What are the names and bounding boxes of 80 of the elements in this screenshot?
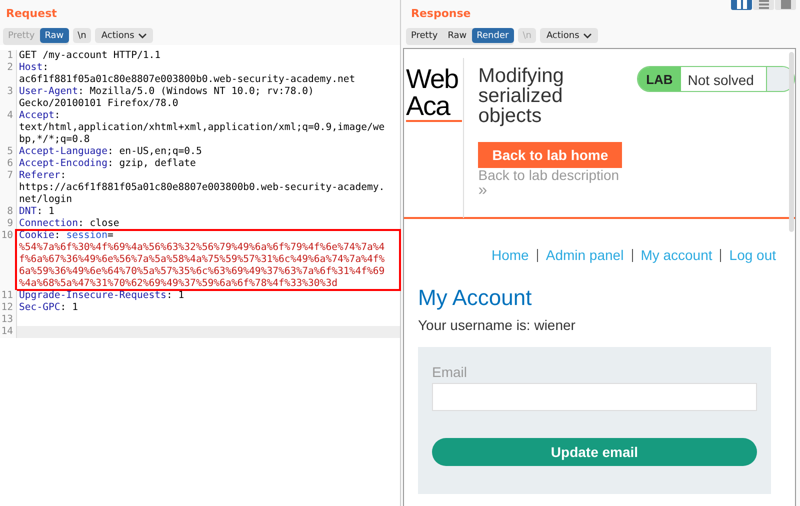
layout-button[interactable] — [753, 0, 774, 10]
nav-link[interactable]: My account — [640, 247, 712, 263]
line-number: 6 — [0, 158, 17, 170]
code-token: : Mozilla/5.0 (Windows NT 10.0; rv:78.0) — [78, 86, 314, 97]
code-token: Referer — [19, 170, 60, 181]
code-token: Gecko/20100101 Firefox/78.0 — [19, 98, 178, 109]
scrollbar[interactable] — [789, 52, 794, 232]
back-to-description-link[interactable]: Back to lab description — [478, 168, 642, 183]
line-number: 3 — [0, 86, 17, 110]
code-token: : — [60, 170, 66, 181]
code-token: ac6f1f881f05a01c80e8807e003800b0.web-security-academy.net — [19, 74, 356, 85]
line-number: 9 — [0, 218, 17, 230]
code-token: Connection — [19, 218, 78, 229]
back-to-lab-home-button[interactable]: Back to lab home — [478, 142, 622, 168]
caret-icon — [583, 32, 592, 38]
code-token: GET /my-account HTTP/1.1 — [19, 50, 161, 61]
code-token: : gzip, deflate — [107, 158, 196, 169]
logo: Web Aca — [404, 58, 464, 218]
pane-title: Request — [5, 6, 58, 22]
code-token: https://ac6f1f881f05a01c80e8807e003800b0.web-security-academy. — [19, 182, 385, 193]
line-number: 11 — [0, 290, 17, 302]
view-tab[interactable]: Pretty — [406, 28, 443, 43]
line-number: 13 — [0, 314, 17, 326]
code-token: net/login — [19, 194, 72, 205]
line-number: 7 — [0, 170, 17, 206]
line-number: 2 — [0, 62, 17, 86]
email-label: Email — [432, 364, 468, 380]
code-token: 6a%59%36%49%6e%64%70%5a%57%35%6c%63%69%49%37%63%7a%6f%31%4f%69 — [19, 266, 385, 277]
code-token: Cookie — [19, 230, 54, 241]
update-email-button[interactable]: Update email — [432, 438, 757, 466]
code-token: %4a%68%5a%47%31%70%62%69%49%37%59%6a%6f%78%4f%33%30%3d — [19, 278, 338, 289]
view-tab[interactable]: Render — [472, 28, 514, 43]
code-token: f%6a%67%36%49%6e%56%7a%5a%58%4a%75%59%57%31%6c%49%6a%74%7a%4f% — [19, 254, 385, 265]
code-token: Sec-GPC — [19, 302, 60, 313]
caret-icon — [138, 32, 148, 38]
line-number: 4 — [0, 110, 17, 146]
line-number: 1 — [0, 50, 17, 62]
code-token: Upgrade-Insecure-Requests — [19, 290, 166, 301]
line-number: 14 — [0, 326, 17, 338]
view-tab[interactable]: Raw — [40, 28, 69, 43]
pane-title: Response — [410, 6, 471, 22]
line-number: 12 — [0, 302, 17, 314]
code-token: DNT — [19, 206, 37, 217]
code-token: bp,*/*;q=0.8 — [19, 134, 90, 145]
lab-title: Modifying serialized objects — [478, 66, 565, 126]
code-token: %54%7a%6f%30%4f%69%4a%56%63%32%56%79%49%6a%6f%79%4f%6e%74%7a%4 — [19, 242, 385, 253]
username-text: Your username is: wiener — [418, 317, 576, 333]
view-tab[interactable]: Pretty — [3, 28, 40, 43]
page-heading: My Account — [418, 285, 533, 311]
code-token: : — [42, 62, 48, 73]
lab-label: LAB — [638, 67, 681, 91]
actions-dropdown[interactable]: Actions — [95, 28, 154, 43]
line-number: 8 — [0, 206, 17, 218]
code-token: : close — [78, 218, 120, 229]
email-field[interactable] — [432, 383, 757, 411]
line-number: 5 — [0, 146, 17, 158]
code-token: : 1 — [60, 302, 78, 313]
nav-link[interactable]: Admin panel — [546, 247, 624, 263]
code-token: text/html,application/xhtml+xml,application/xml;q=0.9,image/we — [19, 122, 385, 133]
view-tab[interactable]: Raw — [442, 28, 472, 43]
code-token: session — [66, 230, 108, 241]
code-token: = — [107, 230, 114, 241]
code-token: Accept — [19, 110, 54, 121]
code-token: Accept-Language — [19, 146, 108, 157]
code-token: Host — [19, 62, 43, 73]
nav-link[interactable]: Log out — [729, 247, 776, 263]
layout-button[interactable] — [775, 0, 796, 10]
code-token: Accept-Encoding — [19, 158, 108, 169]
code-token: : 1 — [36, 206, 54, 217]
layout-button[interactable] — [731, 0, 752, 10]
newline-toggle[interactable]: \n — [72, 28, 92, 43]
line-number: 10 — [0, 230, 17, 290]
chevron-icon: » — [478, 183, 642, 199]
code-token: : — [54, 230, 62, 241]
code-token: : en-US,en;q=0.5 — [107, 146, 202, 157]
code-token: : — [54, 110, 60, 121]
code-token: : 1 — [166, 290, 184, 301]
actions-dropdown[interactable]: Actions — [540, 28, 598, 43]
code-token: User-Agent — [19, 86, 78, 97]
nav-link[interactable]: Home — [492, 247, 529, 263]
